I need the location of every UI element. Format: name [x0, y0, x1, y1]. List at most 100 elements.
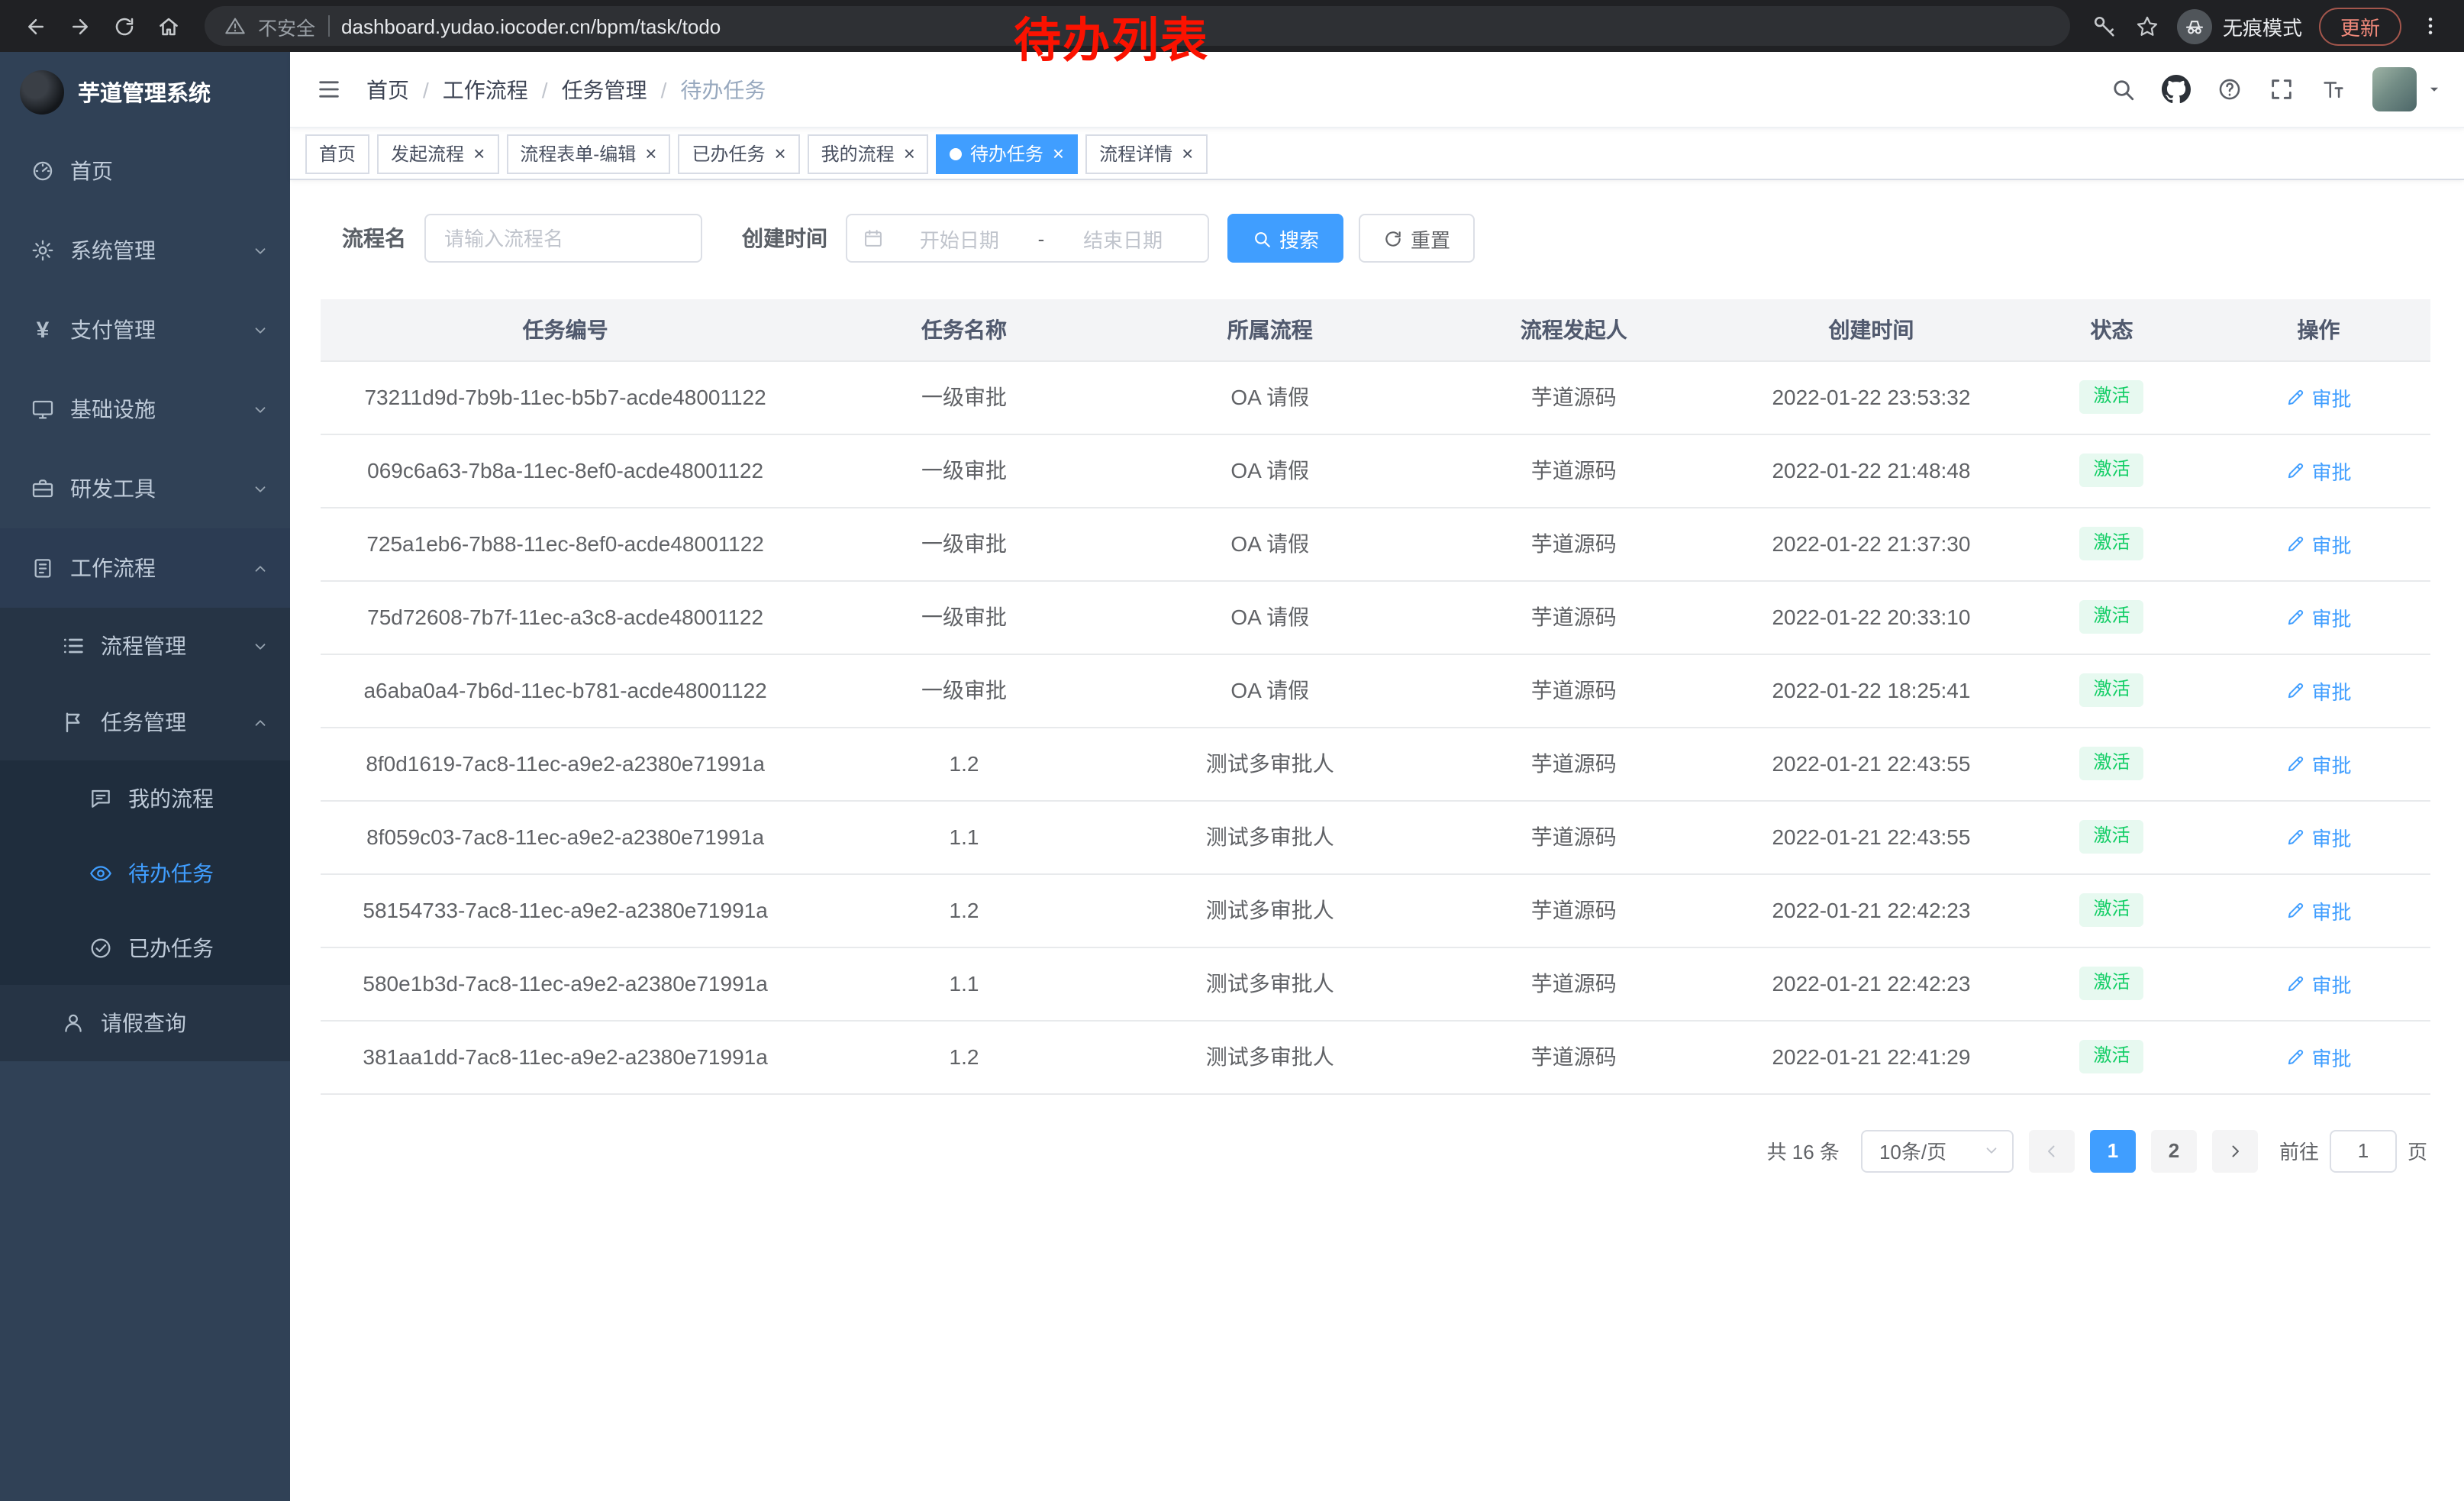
- tab-5[interactable]: 我的流程×: [808, 134, 929, 173]
- bookmark-star-icon[interactable]: [2134, 13, 2160, 39]
- tab-label: 流程表单-编辑: [520, 140, 636, 166]
- page-button-2[interactable]: 2: [2151, 1129, 2197, 1172]
- approve-link[interactable]: 审批: [2285, 602, 2351, 631]
- github-icon[interactable]: [2162, 75, 2191, 104]
- tab-2[interactable]: 发起流程×: [377, 134, 498, 173]
- approve-link[interactable]: 审批: [2285, 749, 2351, 778]
- tab-3[interactable]: 流程表单-编辑 ×: [506, 134, 670, 173]
- date-range-picker[interactable]: 开始日期 - 结束日期: [846, 214, 1209, 263]
- topbar: 首页 / 工作流程 / 任务管理 / 待办任务: [290, 52, 2464, 128]
- sidebar-item-system-management[interactable]: 系统管理: [0, 211, 290, 290]
- fullscreen-icon[interactable]: [2269, 76, 2295, 102]
- approve-link[interactable]: 审批: [2285, 822, 2351, 851]
- check-icon: [89, 935, 113, 960]
- user-menu[interactable]: [2372, 67, 2443, 111]
- task-id-cell: 73211d9d-7b9b-11ec-b5b7-acde48001122: [321, 360, 810, 434]
- sidebar-item-process-management[interactable]: 流程管理: [0, 608, 290, 684]
- tab-6[interactable]: 待办任务×: [937, 134, 1078, 173]
- table-row: 069c6a63-7b8a-11ec-8ef0-acde48001122一级审批…: [321, 434, 2430, 507]
- approve-label: 审批: [2311, 969, 2351, 998]
- browser-back-button[interactable]: [15, 5, 56, 47]
- sidebar-item-task-management[interactable]: 任务管理: [0, 684, 290, 760]
- tabs-bar: 首页发起流程×流程表单-编辑×已办任务×我的流程×待办任务×流程详情×: [290, 128, 2464, 180]
- approve-link[interactable]: 审批: [2285, 529, 2351, 558]
- status-badge: 激活: [2080, 820, 2144, 853]
- approve-link[interactable]: 审批: [2285, 383, 2351, 412]
- sidebar-item-label: 流程管理: [101, 631, 186, 661]
- chevron-right-icon: [2226, 1141, 2244, 1160]
- breadcrumb-separator: /: [423, 77, 429, 102]
- sidebar-item-dev-tools[interactable]: 研发工具: [0, 449, 290, 528]
- task-management-submenu: 我的流程 待办任务 已办任务: [0, 760, 290, 985]
- breadcrumb-workflow[interactable]: 工作流程: [443, 74, 528, 105]
- tab-close-icon[interactable]: ×: [1182, 144, 1193, 163]
- sidebar-item-workflow[interactable]: 工作流程: [0, 528, 290, 608]
- sidebar-toggle-button[interactable]: [290, 51, 366, 128]
- sidebar-item-infrastructure[interactable]: 基础设施: [0, 370, 290, 449]
- breadcrumb-task-management[interactable]: 任务管理: [562, 74, 647, 105]
- page-size-select[interactable]: 10条/页: [1861, 1129, 2014, 1172]
- sidebar-item-payment-management[interactable]: ¥ 支付管理: [0, 290, 290, 370]
- tab-close-icon[interactable]: ×: [473, 144, 485, 163]
- column-actions: 操作: [2207, 299, 2430, 360]
- page-button-1[interactable]: 1: [2090, 1129, 2136, 1172]
- created-cell: 2022-01-22 21:48:48: [1726, 434, 2017, 507]
- approve-link[interactable]: 审批: [2285, 456, 2351, 485]
- search-button[interactable]: 搜索: [1227, 214, 1343, 263]
- sidebar-item-home[interactable]: 首页: [0, 131, 290, 211]
- sidebar-item-label: 支付管理: [70, 315, 156, 345]
- tab-close-icon[interactable]: ×: [904, 144, 915, 163]
- approve-link[interactable]: 审批: [2285, 1042, 2351, 1071]
- tab-close-icon[interactable]: ×: [645, 144, 656, 163]
- status-cell: 激活: [2017, 654, 2207, 727]
- status-badge: 激活: [2080, 454, 2144, 486]
- chevron-up-icon: [252, 714, 269, 731]
- sidebar-item-my-processes[interactable]: 我的流程: [0, 760, 290, 835]
- eye-icon: [89, 860, 113, 885]
- refresh-icon: [1383, 228, 1403, 248]
- breadcrumb-home[interactable]: 首页: [366, 74, 409, 105]
- process-name-input[interactable]: [424, 214, 702, 263]
- tab-7[interactable]: 流程详情 ×: [1085, 134, 1207, 173]
- tab-close-icon[interactable]: ×: [774, 144, 785, 163]
- task-id-cell: 8f059c03-7ac8-11ec-a9e2-a2380e71991a: [321, 800, 810, 873]
- help-icon[interactable]: [2217, 76, 2243, 102]
- tab-label: 流程详情: [1099, 140, 1172, 166]
- app-logo[interactable]: 芋道管理系统: [0, 52, 290, 131]
- created-cell: 2022-01-22 18:25:41: [1726, 654, 2017, 727]
- action-cell: 审批: [2207, 800, 2430, 873]
- search-icon[interactable]: [2110, 76, 2136, 102]
- password-key-icon[interactable]: [2091, 13, 2117, 39]
- action-cell: 审批: [2207, 360, 2430, 434]
- font-size-icon[interactable]: [2320, 76, 2346, 102]
- browser-menu-icon[interactable]: [2418, 14, 2443, 38]
- goto-page-input[interactable]: [2330, 1129, 2397, 1172]
- browser-home-button[interactable]: [148, 5, 189, 47]
- message-icon: [89, 786, 113, 810]
- prev-page-button[interactable]: [2029, 1129, 2075, 1172]
- sidebar-item-label: 基础设施: [70, 394, 156, 424]
- approve-link[interactable]: 审批: [2285, 969, 2351, 998]
- tab-4[interactable]: 已办任务×: [678, 134, 799, 173]
- approve-link[interactable]: 审批: [2285, 676, 2351, 705]
- sidebar-item-todo-tasks[interactable]: 待办任务: [0, 835, 290, 910]
- tab-1[interactable]: 首页: [305, 134, 369, 173]
- browser-chrome: 不安全 dashboard.yudao.iocoder.cn/bpm/task/…: [0, 0, 2464, 52]
- sidebar-item-done-tasks[interactable]: 已办任务: [0, 910, 290, 985]
- status-cell: 激活: [2017, 800, 2207, 873]
- status-cell: 激活: [2017, 873, 2207, 947]
- approve-link[interactable]: 审批: [2285, 896, 2351, 925]
- browser-forward-button[interactable]: [60, 5, 101, 47]
- tab-close-icon[interactable]: ×: [1053, 144, 1064, 163]
- forward-icon: [69, 15, 92, 37]
- status-cell: 激活: [2017, 1020, 2207, 1093]
- gear-icon: [31, 238, 55, 263]
- calendar-icon: [863, 228, 884, 249]
- update-button[interactable]: 更新: [2319, 7, 2401, 45]
- reset-button[interactable]: 重置: [1359, 214, 1475, 263]
- browser-reload-button[interactable]: [104, 5, 145, 47]
- edit-icon: [2285, 754, 2305, 773]
- status-badge: 激活: [2080, 893, 2144, 926]
- next-page-button[interactable]: [2212, 1129, 2258, 1172]
- sidebar-item-leave-query[interactable]: 请假查询: [0, 985, 290, 1061]
